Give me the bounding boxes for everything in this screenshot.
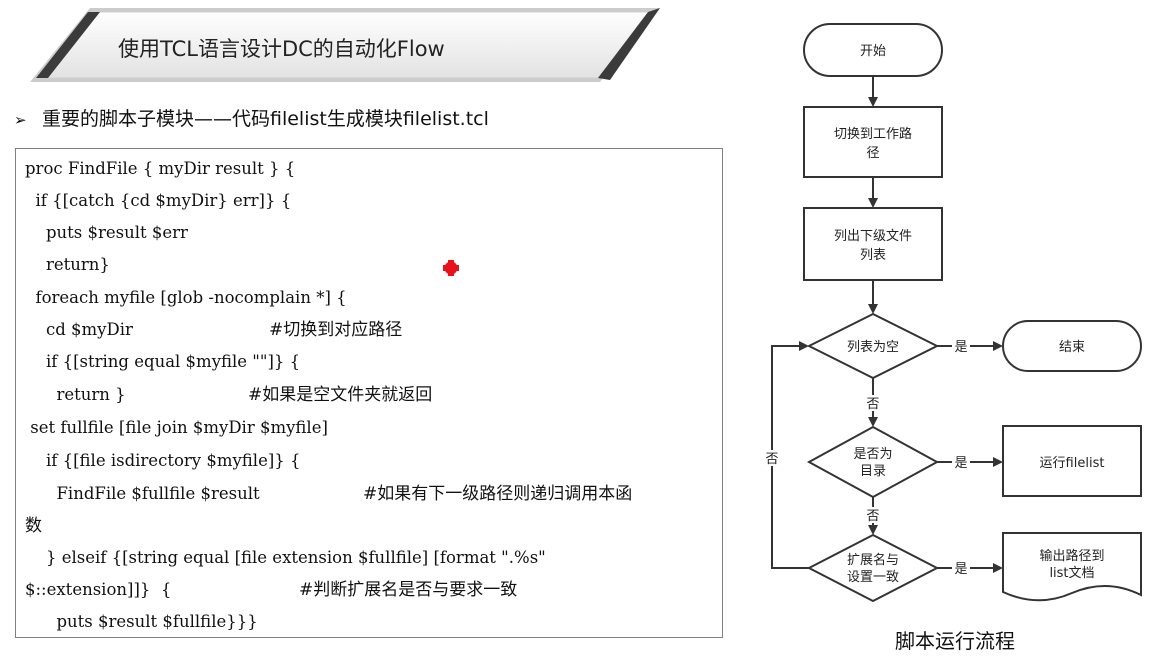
code-line: set fullfile [file join $myDir $myfile] <box>25 418 328 437</box>
yes-label: 是 <box>954 340 967 355</box>
code-line: return} <box>25 255 110 274</box>
step1-label-line1: 切换到工作路 <box>834 126 912 142</box>
code-comment: #如果是空文件夹就返回 <box>248 385 433 405</box>
end-label: 结束 <box>1059 340 1085 355</box>
no-label: 否 <box>866 397 879 412</box>
step1-label-line2: 径 <box>866 146 879 161</box>
step2-label-line2: 列表 <box>860 248 886 263</box>
code-comment: #判断扩展名是否与要求一致 <box>299 580 518 600</box>
page-title: 使用TCL语言设计DC的自动化Flow <box>118 37 445 61</box>
decision-is-directory <box>806 425 940 499</box>
code-line: return } <box>25 385 126 404</box>
output-label-line2: list文档 <box>1049 566 1094 581</box>
code-line: if {[string equal $myfile ""]} { <box>25 352 301 371</box>
section-heading-text: 重要的脚本子模块——代码filelist生成模块filelist.tcl <box>42 108 489 130</box>
code-block: proc FindFile { myDir result } { if {[ca… <box>15 148 723 638</box>
yes-label: 是 <box>954 456 967 471</box>
decision3-label-line2: 设置一致 <box>847 570 899 585</box>
section-heading: ➢ 重要的脚本子模块——代码filelist生成模块filelist.tcl <box>14 104 489 131</box>
code-line: FindFile $fullfile $result <box>25 484 260 503</box>
process-box-switch-dir <box>803 106 943 178</box>
flowchart-caption: 脚本运行流程 <box>895 629 1015 653</box>
decision3-label-line1: 扩展名与 <box>847 552 899 568</box>
code-comment: #切换到对应路径 <box>269 320 403 340</box>
arrow-bullet-icon: ➢ <box>14 111 27 129</box>
code-line: puts $result $fullfile}}} <box>25 612 258 631</box>
code-comment: #如果有下一级路径则递归调用本函 <box>363 484 633 504</box>
code-line: if {[file isdirectory $myfile]} { <box>25 451 301 470</box>
step2-label-line1: 列出下级文件 <box>834 229 912 244</box>
decision-extension-match <box>806 533 940 603</box>
decision2-label-line1: 是否为 <box>853 447 892 462</box>
code-line: cd $myDir <box>25 320 133 339</box>
code-line: 数 <box>25 516 42 536</box>
decision2-label-line2: 目录 <box>860 464 886 479</box>
code-line: $::extension]]} { <box>25 580 172 599</box>
run-label: 运行filelist <box>1040 456 1105 471</box>
code-line: if {[catch {cd $myDir} err]} { <box>25 191 292 210</box>
no-label: 否 <box>866 509 879 524</box>
code-line: proc FindFile { myDir result } { <box>25 159 296 178</box>
decision1-label: 列表为空 <box>847 340 899 355</box>
code-line: foreach myfile [glob -nocomplain *] { <box>25 288 347 307</box>
no-label: 否 <box>765 452 778 467</box>
flowchart: 开始 切换到工作路 径 列出下级文件 列表 列表为空 结束 是否为 目录 运行f… <box>763 23 1142 603</box>
red-marker-icon <box>443 260 459 276</box>
code-line: } elseif {[string equal [file extension … <box>25 548 546 567</box>
process-box-list-files <box>803 207 943 281</box>
code-line: puts $result $err <box>25 223 188 242</box>
start-label: 开始 <box>860 44 886 59</box>
output-label-line1: 输出路径到 <box>1039 548 1104 564</box>
yes-label: 是 <box>954 562 967 577</box>
